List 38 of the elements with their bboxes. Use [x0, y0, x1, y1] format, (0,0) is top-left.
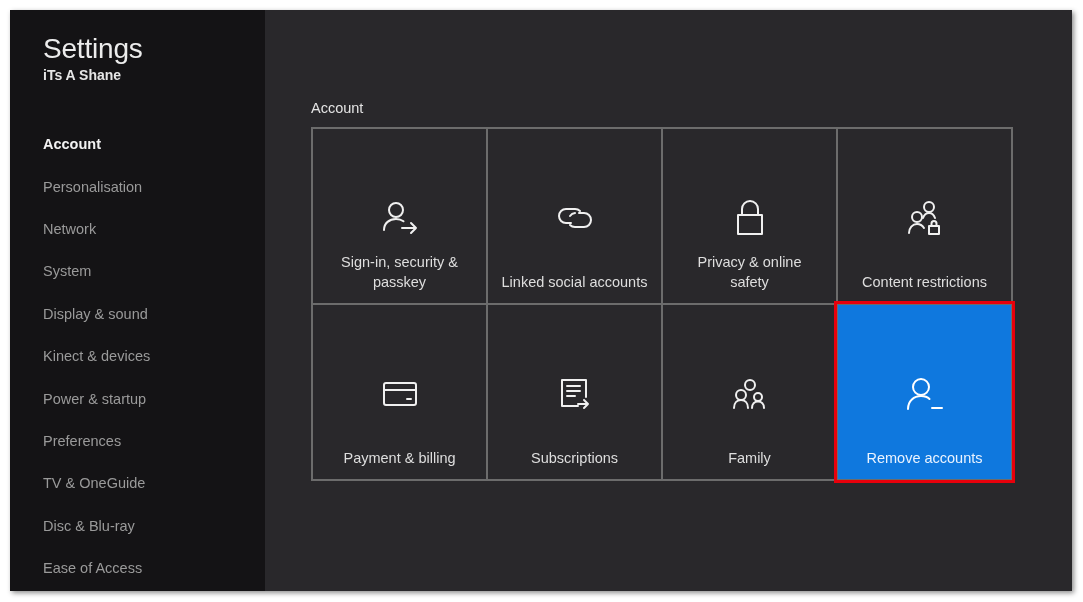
link-icon [556, 206, 593, 230]
settings-tile[interactable]: Subscriptions [488, 305, 661, 479]
user-name: iTs A Shane [43, 66, 123, 84]
settings-tile[interactable]: Remove accounts [838, 305, 1011, 479]
document-arrow-icon [559, 378, 590, 410]
tile-label: Sign-in, security & passkey [341, 253, 458, 292]
settings-tile[interactable]: Family [663, 305, 836, 479]
sidebar-item[interactable]: Personalisation [43, 166, 143, 209]
credit-card-icon [381, 381, 418, 407]
tile-label: Subscriptions [530, 449, 618, 468]
sidebar-item[interactable]: Kinect & devices [43, 335, 151, 379]
sidebar-item[interactable]: Display & sound [43, 293, 148, 336]
settings-tile[interactable]: Payment & billing [313, 305, 486, 479]
lock-icon [735, 200, 764, 236]
tile-label: Payment & billing [343, 449, 456, 468]
sidebar-item[interactable]: Power & startup [43, 378, 147, 421]
sidebar-item[interactable]: Disc & Blu-ray [43, 505, 135, 548]
settings-tile[interactable]: Sign-in, security & passkey [313, 129, 486, 303]
person-arrow-icon [381, 200, 418, 236]
sidebar-item[interactable]: Account [43, 124, 101, 167]
tile-label: Linked social accounts [501, 273, 648, 292]
tile-label: Family [728, 449, 771, 468]
sidebar-item[interactable]: Network [43, 208, 97, 252]
settings-title: Settings [43, 32, 144, 66]
sidebar-item[interactable]: Ease of Access [43, 547, 143, 591]
section-heading: Account [311, 99, 364, 118]
tile-label: Remove accounts [866, 449, 983, 468]
settings-tile[interactable]: Content restrictions [838, 129, 1011, 303]
settings-tile[interactable]: Linked social accounts [488, 129, 661, 303]
tile-label: Privacy & online safety [697, 253, 802, 292]
people-lock-icon [906, 200, 943, 236]
sidebar-item[interactable]: Preferences [43, 420, 122, 464]
tile-label: Content restrictions [862, 273, 987, 292]
family-icon [731, 378, 768, 410]
sidebar-item[interactable]: System [43, 251, 92, 294]
person-minus-icon [905, 377, 944, 411]
settings-tile[interactable]: Privacy & online safety [663, 129, 836, 303]
sidebar-item[interactable]: TV & OneGuide [43, 463, 146, 506]
